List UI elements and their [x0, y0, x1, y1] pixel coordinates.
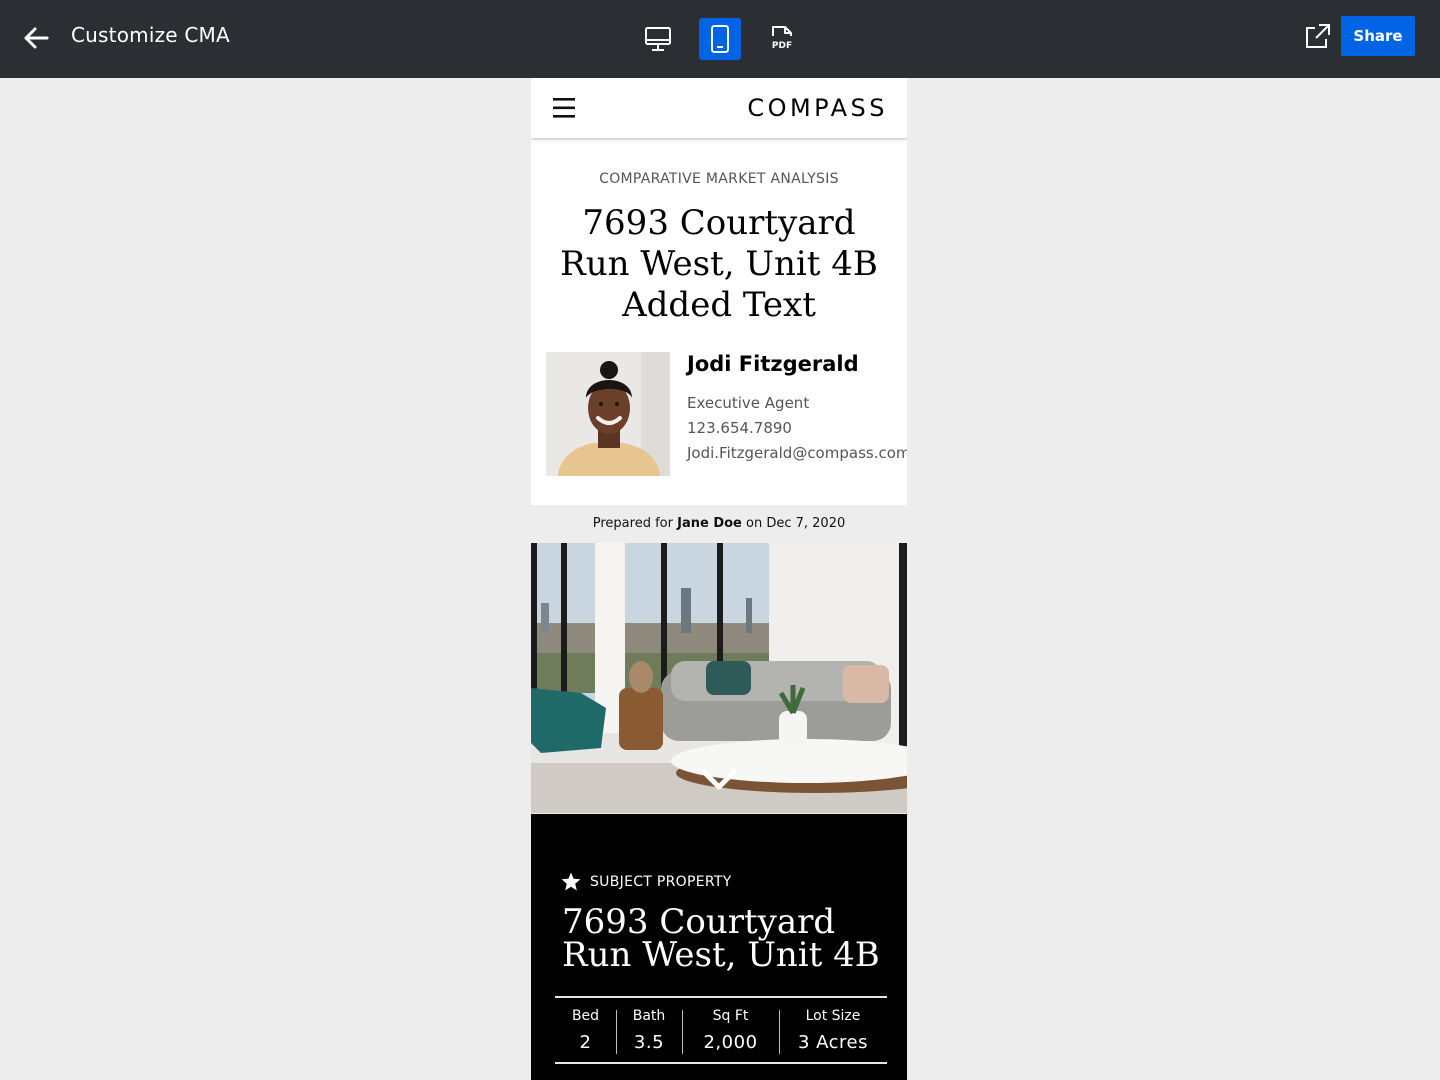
arrow-left-icon: [24, 27, 49, 49]
stat-label: Sq Ft: [712, 1008, 749, 1024]
menu-button[interactable]: [552, 97, 576, 119]
cover-section: COMPARATIVE MARKET ANALYSIS 7693 Courtya…: [531, 140, 907, 505]
stat-value: 3.5: [633, 1032, 665, 1053]
top-toolbar: Customize CMA PDF Share: [0, 0, 1440, 78]
agent-portrait-image: [546, 352, 670, 476]
client-name: Jane Doe: [677, 516, 742, 531]
agent-phone: 123.654.7890: [687, 419, 792, 437]
pdf-view-button[interactable]: PDF: [761, 18, 803, 60]
property-hero-image: [531, 543, 907, 813]
stat-label: Bed: [571, 1008, 600, 1024]
open-external-button[interactable]: [1302, 22, 1334, 54]
agent-name: Jodi Fitzgerald: [687, 352, 859, 376]
page-title: Customize CMA: [71, 23, 230, 47]
prepared-date: on Dec 7, 2020: [746, 516, 846, 531]
stat-label: Lot Size: [805, 1008, 861, 1024]
stat-bath: Bath 3.5: [616, 998, 682, 1062]
preview-header: COMPASS: [531, 78, 907, 138]
subject-property-label-row: SUBJECT PROPERTY: [561, 872, 732, 891]
prepared-for-line: Prepared for Jane Doe on Dec 7, 2020: [531, 516, 907, 531]
agent-photo: [546, 352, 670, 476]
share-button[interactable]: Share: [1341, 16, 1415, 56]
monitor-icon: [645, 27, 671, 51]
smartphone-icon: [711, 25, 729, 53]
subject-property-label: SUBJECT PROPERTY: [590, 873, 732, 890]
desktop-view-button[interactable]: [637, 18, 679, 60]
subject-property-title: 7693 Courtyard Run West, Unit 4B: [562, 902, 880, 975]
report-eyebrow: COMPARATIVE MARKET ANALYSIS: [599, 171, 839, 187]
mobile-preview[interactable]: COMPASS COMPARATIVE MARKET ANALYSIS 7693…: [531, 78, 907, 1080]
star-icon: [561, 872, 581, 891]
back-button[interactable]: [20, 22, 52, 54]
pdf-icon-label: PDF: [772, 41, 792, 51]
stat-sqft: Sq Ft 2,000: [682, 998, 779, 1062]
property-stats: Bed 2 Bath 3.5 Sq Ft 2,000 Lot Size 3 Ac…: [555, 996, 887, 1064]
external-link-icon: [1306, 24, 1330, 48]
stat-label: Bath: [632, 1008, 666, 1024]
pdf-file-icon: PDF: [772, 26, 792, 51]
hamburger-icon: [553, 98, 575, 118]
stat-value: 3 Acres: [797, 1032, 869, 1053]
compass-logo: COMPASS: [747, 94, 888, 122]
agent-email: Jodi.Fitzgerald@compass.com: [687, 444, 907, 462]
stat-bed: Bed 2: [555, 998, 616, 1062]
stat-lot-size: Lot Size 3 Acres: [779, 998, 887, 1062]
agent-title: Executive Agent: [687, 394, 810, 412]
subject-property-section: SUBJECT PROPERTY 7693 Courtyard Run West…: [531, 814, 907, 1080]
stat-value: 2,000: [703, 1032, 758, 1053]
mobile-view-button[interactable]: [699, 18, 741, 60]
stat-value: 2: [579, 1032, 592, 1053]
prepared-prefix: Prepared for: [592, 516, 673, 531]
chevron-down-icon[interactable]: [701, 768, 737, 792]
report-title: 7693 Courtyard Run West, Unit 4B Added T…: [560, 203, 878, 325]
